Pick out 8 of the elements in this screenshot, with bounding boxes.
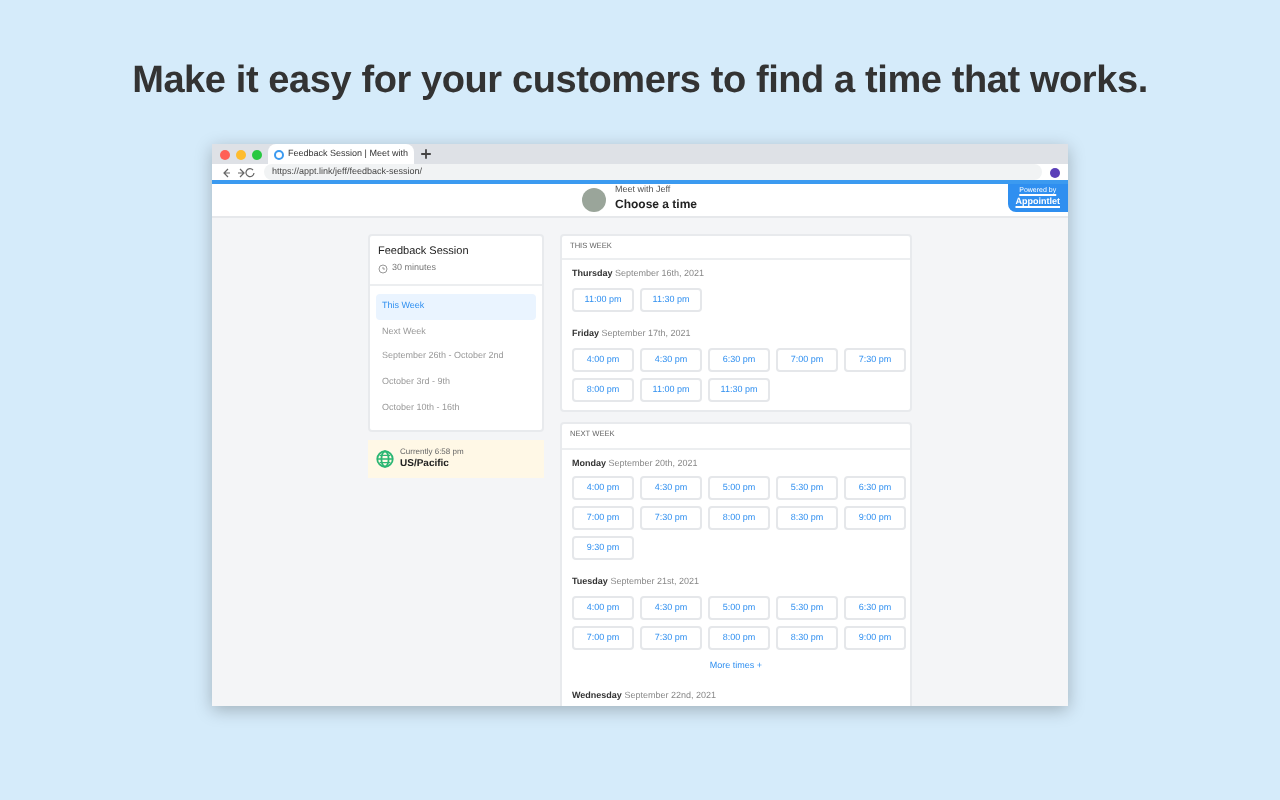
new-tab-icon[interactable] — [419, 148, 432, 160]
profile-icon[interactable] — [1050, 167, 1060, 177]
avatar — [582, 187, 607, 212]
clock-icon — [378, 263, 388, 274]
globe-icon — [376, 449, 394, 468]
headline: Make it easy for your customers to find a time that works. — [130, 58, 1150, 106]
navigation-icon[interactable] — [220, 167, 256, 177]
site-icon — [274, 149, 284, 159]
